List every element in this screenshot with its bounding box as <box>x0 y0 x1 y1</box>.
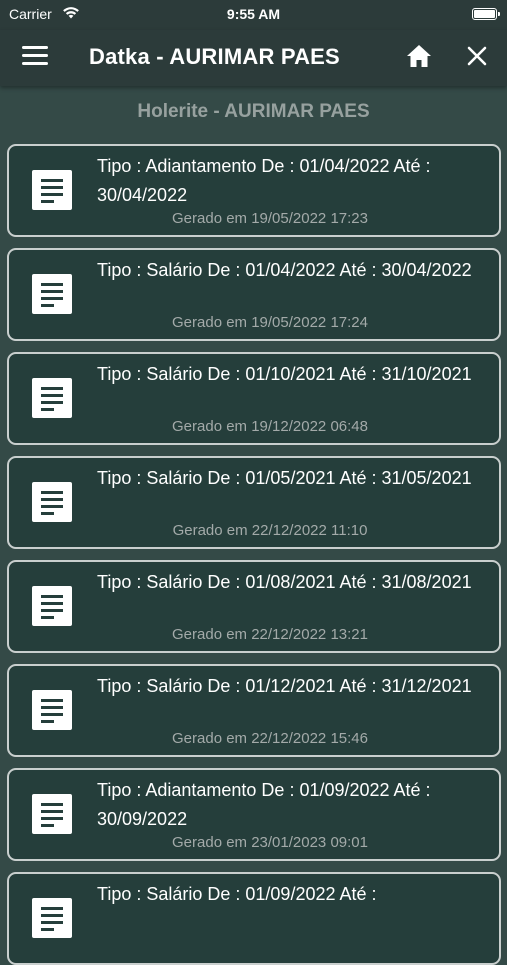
payslip-card[interactable]: Tipo : Salário De : 01/09/2022 Até : <box>7 872 501 965</box>
payslip-card[interactable]: Tipo : Adiantamento De : 01/09/2022 Até … <box>7 768 501 861</box>
document-icon <box>32 898 72 938</box>
document-icon <box>32 170 72 210</box>
payslip-title: Tipo : Salário De : 01/04/2022 Até : 30/… <box>97 260 472 280</box>
payslip-title: Tipo : Adiantamento De : 01/09/2022 Até … <box>97 780 431 829</box>
app-bar: Datka - AURIMAR PAES <box>0 30 507 86</box>
battery-icon <box>472 8 500 20</box>
payslip-card[interactable]: Tipo : Salário De : 01/12/2021 Até : 31/… <box>7 664 501 757</box>
home-icon[interactable] <box>406 43 432 69</box>
document-icon <box>32 794 72 834</box>
payslip-card[interactable]: Tipo : Salário De : 01/04/2022 Até : 30/… <box>7 248 501 341</box>
document-icon <box>32 690 72 730</box>
document-icon <box>32 482 72 522</box>
document-icon <box>32 378 72 418</box>
page-subtitle: Holerite - AURIMAR PAES <box>137 101 370 122</box>
payslip-generated-date: Gerado em 19/05/2022 17:24 <box>172 314 368 331</box>
payslip-card[interactable]: Tipo : Salário De : 01/08/2021 Até : 31/… <box>7 560 501 653</box>
payslip-generated-date: Gerado em 22/12/2022 11:10 <box>172 522 368 539</box>
payslip-card[interactable]: Tipo : Adiantamento De : 01/04/2022 Até … <box>7 144 501 237</box>
close-icon[interactable] <box>466 45 488 67</box>
clock-label: 9:55 AM <box>226 6 281 22</box>
document-icon <box>32 586 72 626</box>
payslip-title: Tipo : Salário De : 01/12/2021 Até : 31/… <box>97 676 472 696</box>
payslip-generated-date: Gerado em 22/12/2022 13:21 <box>172 626 368 643</box>
payslip-generated-date: Gerado em 22/12/2022 15:46 <box>172 730 368 747</box>
payslip-title: Tipo : Salário De : 01/10/2021 Até : 31/… <box>97 364 472 384</box>
payslip-title: Tipo : Salário De : 01/09/2022 Até : <box>97 884 377 904</box>
payslip-generated-date: Gerado em 19/05/2022 17:23 <box>172 210 368 227</box>
payslip-title: Tipo : Salário De : 01/05/2021 Até : 31/… <box>97 468 472 488</box>
payslip-title: Tipo : Adiantamento De : 01/04/2022 Até … <box>97 156 431 205</box>
payslip-generated-date: Gerado em 23/01/2023 09:01 <box>172 834 368 851</box>
payslip-card[interactable]: Tipo : Salário De : 01/10/2021 Até : 31/… <box>7 352 501 445</box>
payslip-generated-date: Gerado em 19/12/2022 06:48 <box>172 418 368 435</box>
app-title: Datka - AURIMAR PAES <box>89 44 340 69</box>
payslip-card[interactable]: Tipo : Salário De : 01/05/2021 Até : 31/… <box>7 456 501 549</box>
payslip-title: Tipo : Salário De : 01/08/2021 Até : 31/… <box>97 572 472 592</box>
status-bar: Carrier 9:55 AM <box>0 0 507 30</box>
menu-button[interactable] <box>22 46 48 68</box>
document-icon <box>32 274 72 314</box>
